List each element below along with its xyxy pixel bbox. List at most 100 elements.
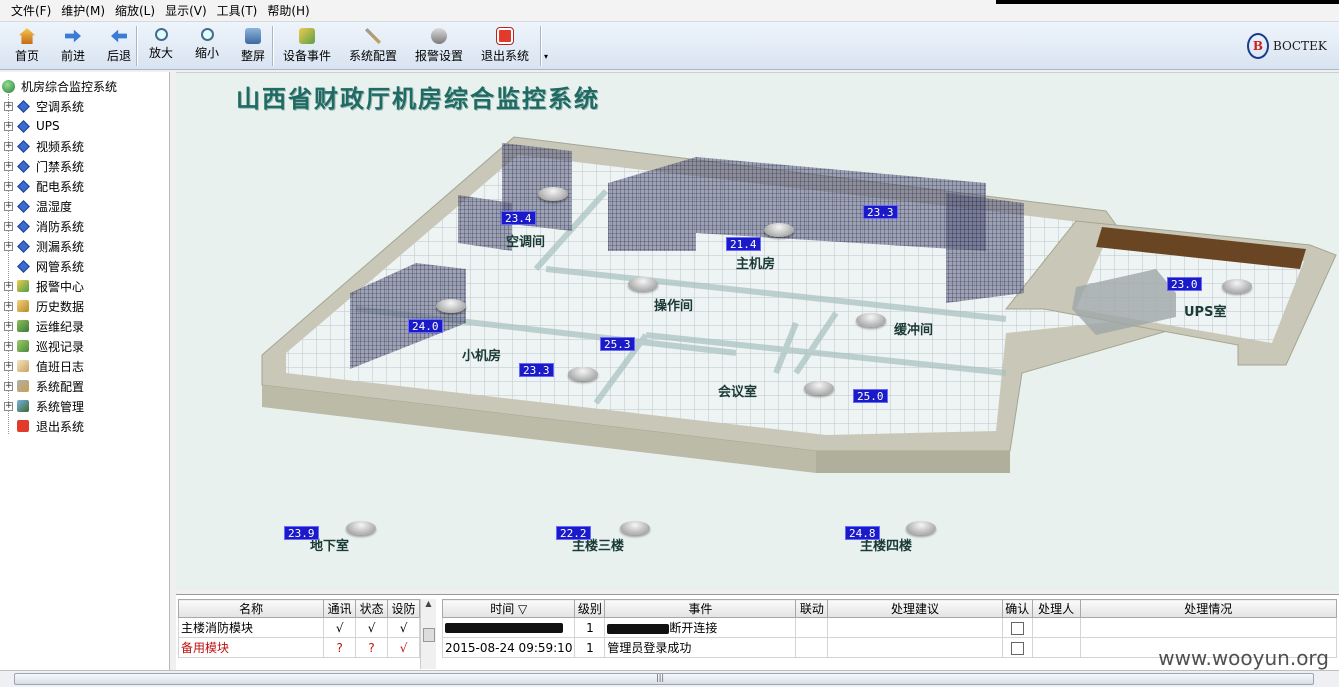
table-row[interactable]: 1 断开连接 bbox=[441, 617, 1338, 638]
table-row[interactable]: 主楼消防模块 √ √ √ bbox=[177, 617, 420, 638]
sidebar-item-15[interactable]: + 系统管理 bbox=[4, 397, 84, 415]
smoke-detector-icon[interactable] bbox=[620, 521, 650, 535]
system-config-label: 系统配置 bbox=[348, 49, 397, 63]
sidebar-item-8[interactable]: 网管系统 bbox=[4, 257, 84, 275]
device-event-button[interactable]: 设备事件 bbox=[274, 24, 340, 68]
sidebar-item-5[interactable]: + 温湿度 bbox=[4, 197, 72, 215]
forward-button[interactable]: 前进 bbox=[50, 24, 96, 68]
smoke-detector-icon[interactable] bbox=[568, 367, 598, 381]
sidebar-item-12[interactable]: + 巡视记录 bbox=[4, 337, 84, 355]
temp-readout-ac[interactable]: 23.4 bbox=[501, 211, 536, 225]
module-status: √ bbox=[355, 617, 389, 638]
col-time[interactable]: 时间 ▽ bbox=[441, 599, 576, 618]
col-linkage[interactable]: 联动 bbox=[795, 599, 829, 618]
smoke-detector-icon[interactable] bbox=[436, 299, 466, 313]
col-event[interactable]: 事件 bbox=[604, 599, 797, 618]
expand-icon[interactable]: + bbox=[4, 161, 13, 171]
zoom-in-button[interactable]: 放大 bbox=[138, 24, 184, 68]
expand-icon[interactable]: + bbox=[4, 221, 13, 231]
temp-readout-floor4[interactable]: 24.8 bbox=[845, 526, 880, 540]
modules-scrollbar[interactable]: ▲ bbox=[420, 599, 436, 669]
expand-icon[interactable]: + bbox=[4, 341, 13, 351]
expand-icon[interactable]: + bbox=[4, 141, 13, 151]
expand-icon[interactable]: + bbox=[4, 321, 13, 331]
smoke-detector-icon[interactable] bbox=[346, 521, 376, 535]
sidebar-item-16[interactable]: 退出系统 bbox=[4, 417, 84, 435]
system-config-button[interactable]: 系统配置 bbox=[340, 24, 406, 68]
temp-readout-main-b[interactable]: 23.3 bbox=[863, 205, 898, 219]
exit-button[interactable]: 退出系统 bbox=[472, 24, 538, 68]
sidebar-item-9[interactable]: + 报警中心 bbox=[4, 277, 84, 295]
expand-icon[interactable]: + bbox=[4, 121, 13, 131]
smoke-detector-icon[interactable] bbox=[764, 223, 794, 237]
sidebar-item-7[interactable]: + 测漏系统 bbox=[4, 237, 84, 255]
col-level[interactable]: 级别 bbox=[574, 599, 606, 618]
col-comm[interactable]: 通讯 bbox=[323, 599, 357, 618]
sort-descending-icon[interactable]: ▽ bbox=[518, 602, 527, 616]
menu-help[interactable]: 帮助(H) bbox=[262, 0, 314, 22]
temp-readout-basement[interactable]: 23.9 bbox=[284, 526, 319, 540]
sidebar-item-4[interactable]: + 配电系统 bbox=[4, 177, 84, 195]
smoke-detector-icon[interactable] bbox=[804, 381, 834, 395]
sidebar-item-6[interactable]: + 消防系统 bbox=[4, 217, 84, 235]
nav-group: 首页 前进 后退 bbox=[4, 24, 142, 68]
menu-maintain[interactable]: 维护(M) bbox=[56, 0, 110, 22]
event-linkage bbox=[795, 637, 829, 658]
expand-icon[interactable]: + bbox=[4, 241, 13, 251]
menu-tools[interactable]: 工具(T) bbox=[212, 0, 263, 22]
boctek-logo: B bbox=[1247, 33, 1269, 59]
scroll-thumb[interactable] bbox=[422, 628, 435, 642]
tree-root[interactable]: 机房综合监控系统 bbox=[2, 77, 117, 95]
temp-readout-operation[interactable]: 25.3 bbox=[600, 337, 635, 351]
sidebar-item-0[interactable]: + 空调系统 bbox=[4, 97, 84, 115]
temp-readout-main-a[interactable]: 21.4 bbox=[726, 237, 761, 251]
room-label-ac: 空调间 bbox=[506, 235, 546, 250]
smoke-detector-icon[interactable] bbox=[1222, 279, 1252, 293]
menu-zoom[interactable]: 缩放(L) bbox=[110, 0, 160, 22]
temp-readout-ups[interactable]: 23.0 bbox=[1167, 277, 1202, 291]
fullscreen-button[interactable]: 整屏 bbox=[230, 24, 276, 68]
expand-icon[interactable]: + bbox=[4, 401, 13, 411]
expand-icon[interactable]: + bbox=[4, 101, 13, 111]
horizontal-scrollbar[interactable]: ||| bbox=[0, 670, 1339, 687]
expand-icon[interactable]: + bbox=[4, 281, 13, 291]
sidebar-item-3[interactable]: + 门禁系统 bbox=[4, 157, 84, 175]
col-confirm[interactable]: 确认 bbox=[1001, 599, 1033, 618]
table-row[interactable]: 备用模块 ? ? √ bbox=[177, 637, 420, 658]
toolbar-overflow-chevron-icon[interactable]: ▾ bbox=[544, 52, 548, 61]
temp-readout-floor3[interactable]: 22.2 bbox=[556, 526, 591, 540]
sidebar-item-1[interactable]: + UPS bbox=[4, 117, 60, 135]
sidebar-item-11[interactable]: + 运维纪录 bbox=[4, 317, 84, 335]
col-status[interactable]: 状态 bbox=[355, 599, 389, 618]
sidebar-item-10[interactable]: + 历史数据 bbox=[4, 297, 84, 315]
smoke-detector-icon[interactable] bbox=[538, 187, 568, 201]
expand-icon[interactable]: + bbox=[4, 361, 13, 371]
col-armed[interactable]: 设防 bbox=[387, 599, 420, 618]
temp-readout-small-a[interactable]: 24.0 bbox=[408, 319, 443, 333]
alarm-settings-button[interactable]: 报警设置 bbox=[406, 24, 472, 68]
menu-file[interactable]: 文件(F) bbox=[6, 0, 56, 22]
sidebar-item-14[interactable]: + 系统配置 bbox=[4, 377, 84, 395]
home-button[interactable]: 首页 bbox=[4, 24, 50, 68]
col-name[interactable]: 名称 bbox=[177, 599, 325, 618]
smoke-detector-icon[interactable] bbox=[906, 521, 936, 535]
col-handling[interactable]: 处理情况 bbox=[1079, 599, 1338, 618]
menu-view[interactable]: 显示(V) bbox=[160, 0, 212, 22]
temp-readout-meeting[interactable]: 25.0 bbox=[853, 389, 888, 403]
expand-icon[interactable]: + bbox=[4, 381, 13, 391]
scroll-up-icon[interactable]: ▲ bbox=[421, 599, 436, 608]
smoke-detector-icon[interactable] bbox=[856, 313, 886, 327]
expand-icon[interactable]: + bbox=[4, 301, 13, 311]
confirm-checkbox[interactable] bbox=[1010, 621, 1024, 635]
expand-icon[interactable]: + bbox=[4, 201, 13, 211]
smoke-detector-icon[interactable] bbox=[628, 277, 658, 291]
col-suggestion[interactable]: 处理建议 bbox=[827, 599, 1003, 618]
sidebar-item-2[interactable]: + 视频系统 bbox=[4, 137, 84, 155]
confirm-checkbox[interactable] bbox=[1010, 641, 1024, 655]
col-handler[interactable]: 处理人 bbox=[1031, 599, 1081, 618]
sidebar-item-13[interactable]: + 值班日志 bbox=[4, 357, 84, 375]
event-handling bbox=[1079, 617, 1338, 638]
expand-icon[interactable]: + bbox=[4, 181, 13, 191]
temp-readout-small-b[interactable]: 23.3 bbox=[519, 363, 554, 377]
zoom-out-button[interactable]: 缩小 bbox=[184, 24, 230, 68]
